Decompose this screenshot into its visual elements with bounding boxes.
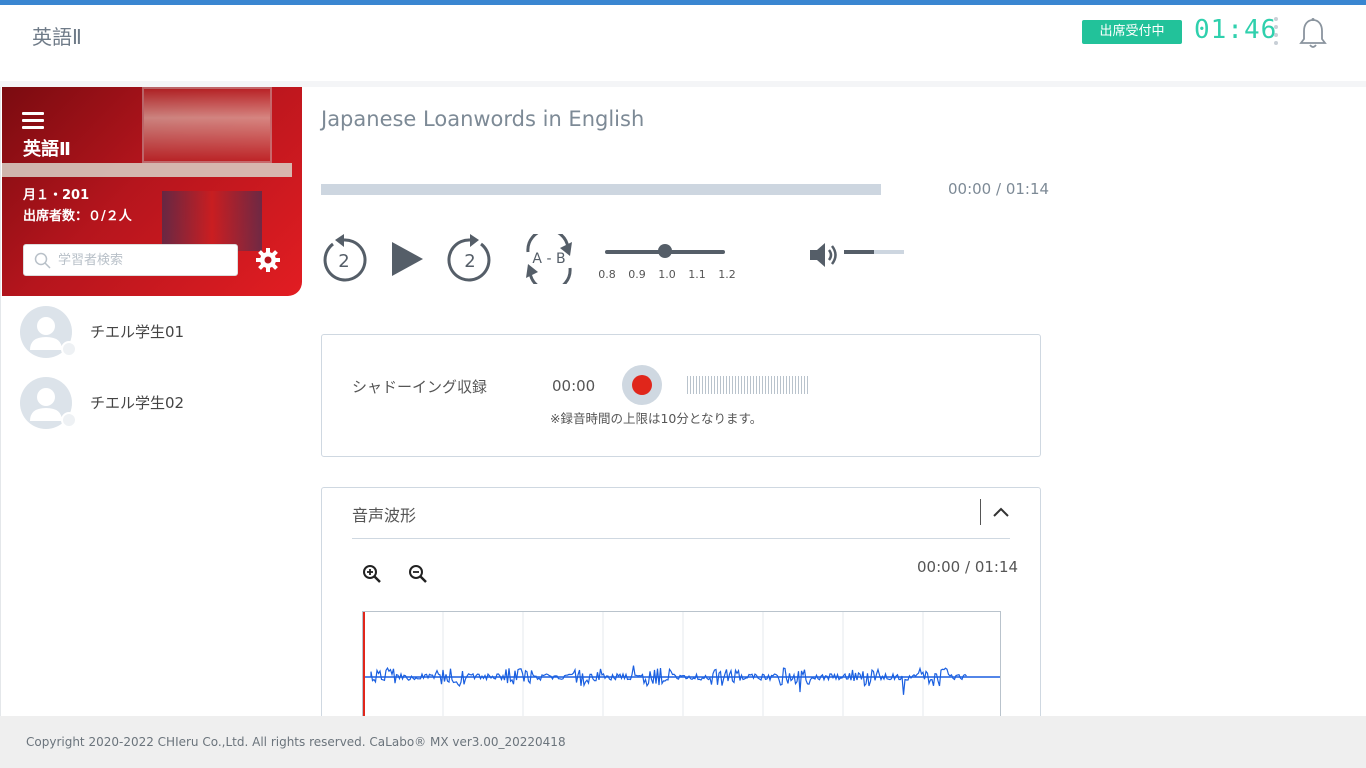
status-badge: 出席受付中 — [1082, 20, 1182, 44]
shadowing-label: シャドーイング収録 — [352, 378, 488, 396]
play-button[interactable] — [392, 242, 424, 280]
student-search[interactable] — [23, 244, 238, 276]
presence-indicator — [61, 412, 77, 428]
waveform-time: 00:00 / 01:14 — [917, 558, 1019, 576]
volume-slider[interactable] — [844, 250, 904, 254]
zoom-in-icon[interactable] — [362, 564, 382, 588]
header: 英語Ⅱ 出席受付中 01:46 — [0, 5, 1366, 81]
speed-tick-1.0[interactable]: 1.0 — [656, 268, 678, 281]
speed-tick-0.8[interactable]: 0.8 — [596, 268, 618, 281]
volume-fill — [844, 250, 874, 254]
class-schedule: 月１・201 — [23, 188, 90, 203]
list-item[interactable]: チエル学生02 — [20, 377, 290, 431]
rewind-button[interactable]: 2 — [320, 234, 368, 288]
play-icon — [392, 242, 423, 276]
gear-icon[interactable] — [255, 247, 281, 277]
waveform-title: 音声波形 — [352, 506, 417, 525]
copyright-text: Copyright 2020-2022 CHIeru Co.,Ltd. All … — [26, 735, 566, 749]
class-card: 英語Ⅱ 月１・201 出席者数：０/２人 — [2, 87, 302, 296]
track-title: Japanese Loanwords in English — [321, 107, 645, 131]
student-name: チエル学生02 — [90, 394, 185, 412]
waveform-display[interactable] — [362, 611, 1001, 721]
hamburger-menu-icon[interactable] — [22, 112, 44, 129]
shadowing-panel: シャドーイング収録 00:00 ※録音時間の上限は10分となります。 — [321, 334, 1041, 457]
card-background-image — [142, 87, 272, 163]
rewind-icon — [335, 234, 344, 247]
playback-time: 00:00 / 01:14 — [948, 180, 1050, 198]
volume-icon[interactable] — [808, 240, 840, 274]
ab-repeat-button[interactable]: A - B — [520, 228, 578, 292]
presence-indicator — [61, 341, 77, 357]
notification-bell-icon[interactable] — [1298, 17, 1328, 51]
recording-level-meter — [687, 376, 812, 394]
speed-tick-1.2[interactable]: 1.2 — [716, 268, 738, 281]
list-item[interactable]: チエル学生01 — [20, 306, 290, 360]
forward-button[interactable]: 2 — [446, 234, 494, 288]
playback-progress-bar[interactable] — [321, 184, 881, 195]
more-menu-icon[interactable] — [1272, 17, 1280, 51]
speed-tick-1.1[interactable]: 1.1 — [686, 268, 708, 281]
recording-time: 00:00 — [552, 377, 596, 395]
zoom-out-icon[interactable] — [408, 564, 428, 588]
speed-slider[interactable] — [605, 244, 725, 258]
session-timer: 01:46 — [1194, 15, 1278, 45]
rewind-seconds: 2 — [338, 251, 349, 272]
ab-repeat-icon: A - B — [526, 228, 572, 292]
waveform-panel: 音声波形 00:00 / 01:14 — [321, 487, 1041, 727]
attendance-count: 出席者数：０/２人 — [23, 209, 132, 224]
search-input[interactable] — [58, 249, 228, 271]
forward-seconds: 2 — [464, 251, 475, 272]
record-button[interactable] — [622, 365, 662, 405]
page-title: 英語Ⅱ — [32, 25, 82, 49]
sidebar: 英語Ⅱ 月１・201 出席者数：０/２人 学習者検索 チエル学生01 チエル学生… — [0, 87, 302, 716]
waveform-graph — [363, 612, 1000, 721]
speed-slider-knob[interactable] — [658, 244, 672, 258]
footer: Copyright 2020-2022 CHIeru Co.,Ltd. All … — [0, 716, 1366, 768]
recording-limit-note: ※録音時間の上限は10分となります。 — [550, 411, 763, 426]
chevron-up-icon[interactable] — [990, 501, 1012, 523]
ab-label: A - B — [532, 251, 565, 267]
student-name: チエル学生01 — [90, 323, 185, 341]
waveform-line — [370, 665, 967, 695]
class-title: 英語Ⅱ — [23, 139, 71, 160]
forward-icon — [470, 234, 479, 247]
search-icon — [34, 252, 51, 269]
speed-tick-0.9[interactable]: 0.9 — [626, 268, 648, 281]
